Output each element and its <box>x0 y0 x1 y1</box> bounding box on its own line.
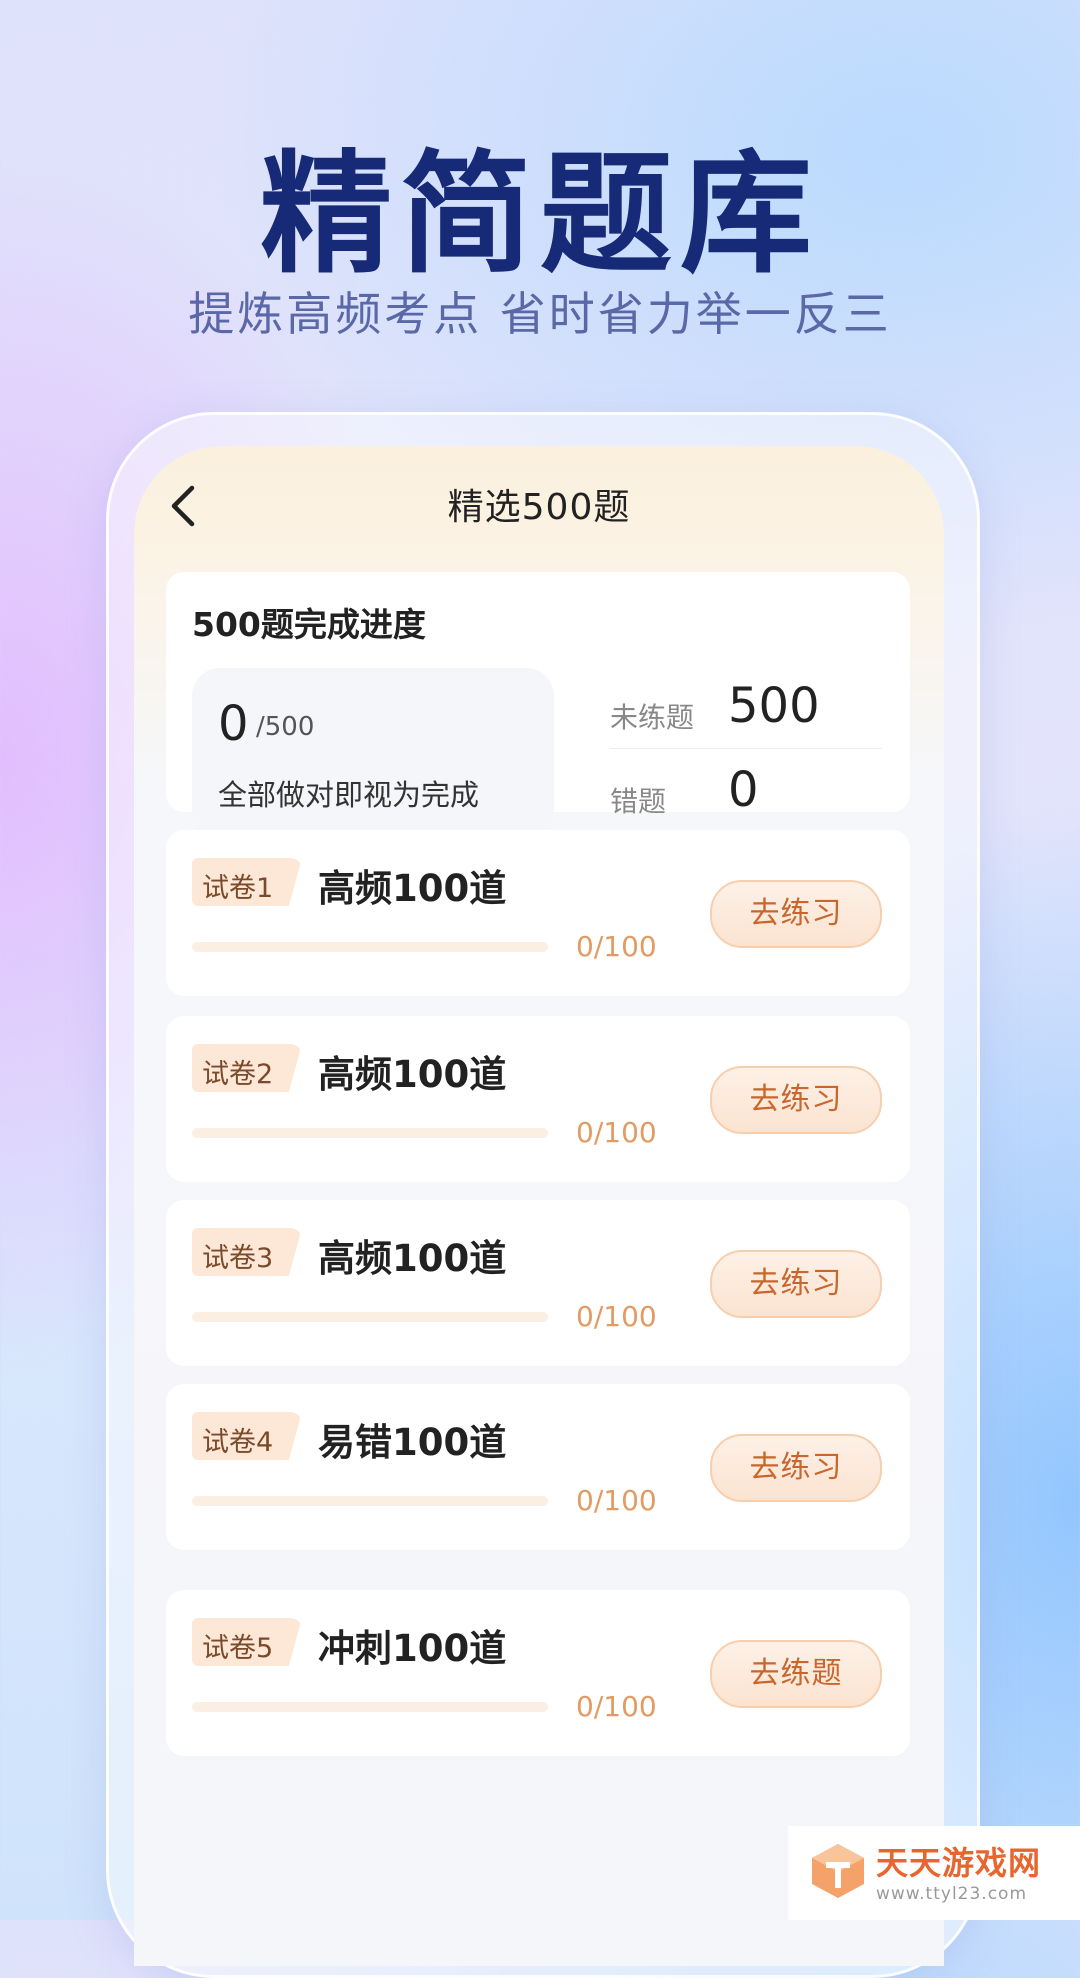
logo-icon <box>812 1844 864 1898</box>
progress-bar <box>192 1312 548 1322</box>
progress-bar <box>192 942 548 952</box>
paper-tag-label: 试卷4 <box>202 1427 274 1458</box>
progress-text: 0/100 <box>576 1300 657 1333</box>
practice-button[interactable]: 去练题 <box>710 1640 882 1708</box>
paper-name: 高频100道 <box>318 1237 507 1280</box>
wrong-value: 0 <box>728 762 759 818</box>
practice-button[interactable]: 去练习 <box>710 1434 882 1502</box>
progress-text: 0/100 <box>576 1690 657 1723</box>
paper-tag: 试卷2 <box>192 1044 302 1092</box>
page-title: 精选500题 <box>447 487 631 528</box>
progress-text: 0/100 <box>576 1484 657 1517</box>
practice-button[interactable]: 去练习 <box>710 1250 882 1318</box>
paper-name: 高频100道 <box>318 867 507 910</box>
paper-card: 试卷2 高频100道 0/100 去练习 <box>166 1016 910 1182</box>
completion-note: 全部做对即视为完成 <box>218 778 480 812</box>
paper-tag: 试卷3 <box>192 1228 302 1276</box>
paper-tag-label: 试卷2 <box>202 1059 274 1090</box>
paper-card: 试卷1 高频100道 0/100 去练习 <box>166 830 910 996</box>
total-count: /500 <box>256 712 315 742</box>
watermark: 天天游戏网 www.ttyl23.com <box>788 1826 1080 1920</box>
practice-button[interactable]: 去练习 <box>710 880 882 948</box>
progress-summary-box: 0 /500 全部做对即视为完成 <box>192 668 554 840</box>
paper-name: 易错100道 <box>318 1421 507 1464</box>
watermark-name: 天天游戏网 <box>876 1844 1042 1882</box>
unpracticed-value: 500 <box>728 678 820 734</box>
progress-text: 0/100 <box>576 930 657 963</box>
paper-tag: 试卷1 <box>192 858 302 906</box>
wrong-label: 错题 <box>610 785 667 818</box>
hero-title: 精简题库 <box>260 138 820 292</box>
paper-card: 试卷3 高频100道 0/100 去练习 <box>166 1200 910 1366</box>
app-screen: 精选500题 500题完成进度 0 /500 全部做对即视为完成 未练题 500… <box>134 446 944 1966</box>
paper-tag: 试卷5 <box>192 1618 302 1666</box>
paper-name: 冲刺100道 <box>318 1627 507 1670</box>
paper-tag-label: 试卷5 <box>202 1633 274 1664</box>
paper-name: 高频100道 <box>318 1053 507 1096</box>
progress-card: 500题完成进度 0 /500 全部做对即视为完成 未练题 500 错题 0 <box>166 572 910 840</box>
unpracticed-label: 未练题 <box>610 701 695 734</box>
paper-card: 试卷4 易错100道 0/100 去练习 <box>166 1384 910 1550</box>
progress-bar <box>192 1702 548 1712</box>
paper-tag: 试卷4 <box>192 1412 302 1460</box>
progress-text: 0/100 <box>576 1116 657 1149</box>
paper-tag-label: 试卷1 <box>202 873 274 904</box>
stat-divider <box>610 748 882 749</box>
practice-button[interactable]: 去练习 <box>710 1066 882 1134</box>
progress-title: 500题完成进度 <box>192 605 426 644</box>
progress-bar <box>192 1128 548 1138</box>
watermark-url: www.ttyl23.com <box>876 1884 1028 1904</box>
progress-bar <box>192 1496 548 1506</box>
completed-count: 0 <box>218 696 249 752</box>
hero-subtitle: 提炼高频考点 省时省力举一反三 <box>188 287 892 341</box>
paper-tag-label: 试卷3 <box>202 1243 274 1274</box>
nav-bar: 精选500题 <box>134 446 944 566</box>
paper-card: 试卷5 冲刺100道 0/100 去练题 <box>166 1590 910 1756</box>
